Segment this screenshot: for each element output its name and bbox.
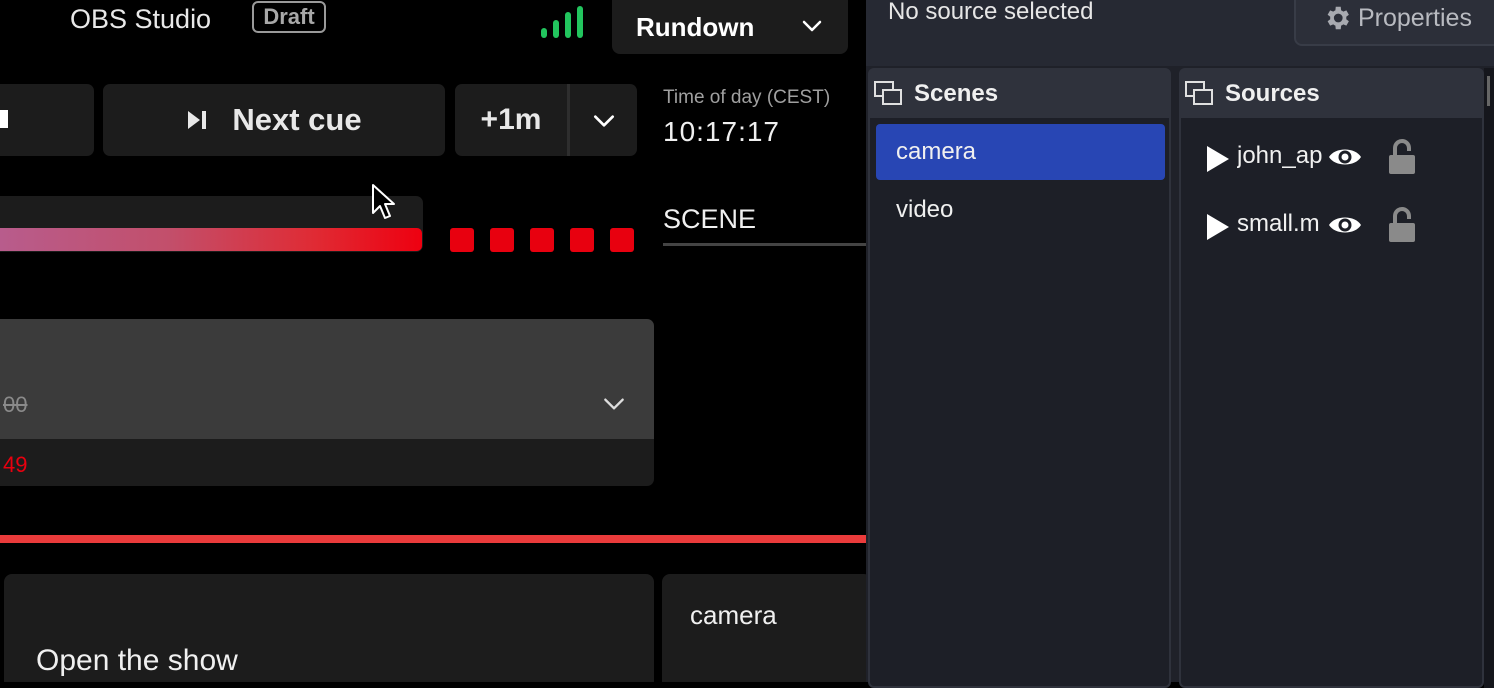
source-item[interactable]: small.m bbox=[1181, 198, 1482, 254]
rundown-item-card[interactable]: Open the show bbox=[4, 574, 654, 682]
time-of-day-value: 10:17:17 bbox=[663, 116, 780, 147]
app-title: OBS Studio bbox=[70, 4, 212, 34]
next-cue-button[interactable]: Next cue bbox=[103, 84, 445, 156]
cue-overrun-row bbox=[0, 439, 654, 486]
view-selector-dropdown[interactable]: Rundown bbox=[612, 0, 848, 54]
dock-scrollbar[interactable] bbox=[1484, 68, 1494, 688]
button-divider bbox=[567, 84, 570, 156]
lock-icon[interactable] bbox=[1387, 206, 1417, 244]
overrun-markers bbox=[450, 228, 634, 252]
sources-panel-header: Sources bbox=[1181, 70, 1482, 118]
rundown-item-scene-cell[interactable]: camera bbox=[662, 574, 866, 682]
view-selector-label: Rundown bbox=[636, 11, 755, 42]
scrollbar-thumb[interactable] bbox=[1487, 76, 1490, 106]
obs-dock: No source selected Properties Scenes cam… bbox=[866, 0, 1494, 688]
overrun-marker bbox=[530, 228, 554, 252]
scene-column-header: SCENE bbox=[663, 204, 757, 234]
overrun-marker bbox=[610, 228, 634, 252]
sources-panel-title: Sources bbox=[1225, 80, 1320, 107]
scene-item-camera[interactable]: camera bbox=[876, 124, 1165, 180]
chevron-down-icon[interactable] bbox=[601, 391, 627, 417]
sources-panel: Sources john_ap small.m bbox=[1179, 68, 1484, 688]
source-item-label: john_ap bbox=[1237, 142, 1323, 169]
overrun-marker bbox=[570, 228, 594, 252]
scenes-panel: Scenes camera video bbox=[868, 68, 1171, 688]
stop-icon bbox=[0, 110, 8, 128]
add-time-control: +1m bbox=[455, 84, 637, 156]
source-status-text: No source selected bbox=[888, 0, 1094, 25]
signal-strength-icon bbox=[541, 6, 583, 38]
media-source-icon bbox=[1207, 146, 1229, 172]
mouse-cursor-icon bbox=[372, 184, 395, 219]
eye-icon[interactable] bbox=[1327, 142, 1363, 172]
rundown-item-title: Open the show bbox=[36, 644, 238, 677]
status-badge: Draft bbox=[252, 1, 326, 33]
dock-windows-icon bbox=[874, 81, 902, 105]
current-cue-card[interactable] bbox=[0, 319, 654, 439]
now-line bbox=[0, 535, 866, 543]
dock-windows-icon bbox=[1185, 81, 1213, 105]
scene-column-divider bbox=[663, 243, 866, 246]
cue-progress-fill bbox=[0, 228, 422, 251]
media-source-icon bbox=[1207, 214, 1229, 240]
cue-planned-time: 00 bbox=[3, 392, 28, 417]
source-item-label: small.m bbox=[1237, 210, 1320, 237]
chevron-down-icon[interactable] bbox=[591, 108, 617, 134]
source-item[interactable]: john_ap bbox=[1181, 130, 1482, 186]
overrun-marker bbox=[450, 228, 474, 252]
eye-icon[interactable] bbox=[1327, 210, 1363, 240]
properties-label: Properties bbox=[1358, 3, 1472, 32]
skip-next-icon bbox=[188, 111, 207, 129]
add-minute-button[interactable]: +1m bbox=[455, 84, 567, 156]
lock-icon[interactable] bbox=[1387, 138, 1417, 176]
overrun-marker bbox=[490, 228, 514, 252]
cue-overrun-time: 49 bbox=[3, 452, 28, 477]
next-cue-label: Next cue bbox=[232, 102, 362, 137]
scenes-panel-header: Scenes bbox=[870, 70, 1169, 118]
rundown-app: OBS Studio Draft Rundown Next cue +1m Ti… bbox=[0, 0, 866, 682]
time-of-day-label: Time of day (CEST) bbox=[663, 87, 831, 108]
rundown-item-scene: camera bbox=[690, 600, 777, 630]
scene-item-video[interactable]: video bbox=[876, 182, 1165, 238]
gear-icon bbox=[1327, 6, 1349, 30]
previous-cue-button[interactable] bbox=[0, 84, 94, 156]
properties-button[interactable]: Properties bbox=[1294, 0, 1494, 46]
chevron-down-icon bbox=[802, 20, 822, 32]
scenes-panel-title: Scenes bbox=[914, 80, 999, 107]
